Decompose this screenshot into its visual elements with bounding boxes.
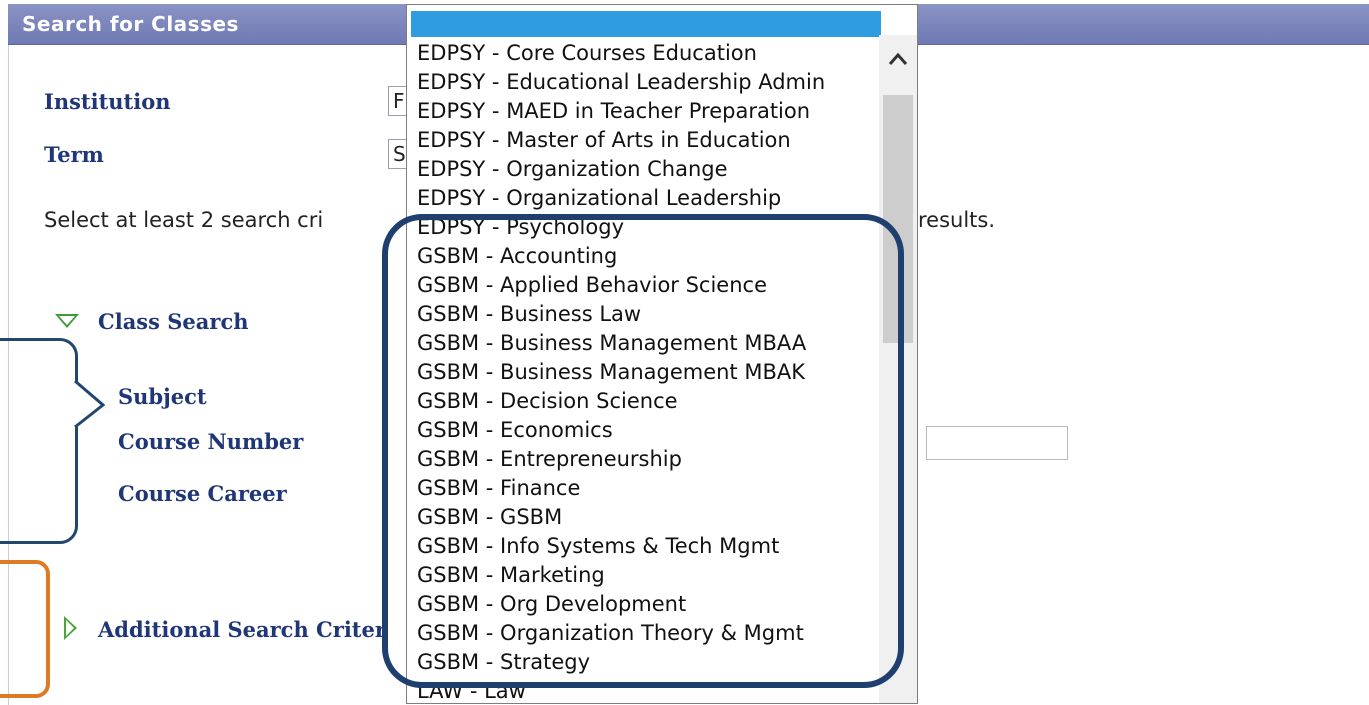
additional-criteria-toggle[interactable]: Additional Search Criter (98, 617, 386, 642)
class-search-toggle[interactable]: Class Search (98, 309, 249, 334)
subject-option[interactable]: EDPSY - MAED in Teacher Preparation (417, 97, 825, 126)
subject-option[interactable]: EDPSY - Educational Leadership Admin (417, 68, 825, 97)
instruction-text-end: results. (918, 208, 996, 232)
selected-blank-option[interactable] (411, 11, 881, 37)
panel-title: Search for Classes (22, 12, 239, 36)
highlight-gsbm-box (382, 214, 904, 688)
chevron-up-icon[interactable] (888, 45, 908, 71)
instruction-text: Select at least 2 search cri (44, 208, 324, 232)
subject-option[interactable]: EDPSY - Organization Change (417, 155, 825, 184)
subject-label: Subject (118, 384, 207, 409)
term-label: Term (44, 142, 104, 167)
course-career-label: Course Career (118, 481, 287, 506)
subject-option[interactable]: EDPSY - Core Courses Education (417, 39, 825, 68)
highlight-additional-box (0, 560, 50, 698)
subject-callout (0, 338, 106, 544)
institution-label: Institution (44, 89, 171, 114)
subject-option[interactable]: EDPSY - Organizational Leadership (417, 184, 825, 213)
course-number-input[interactable] (926, 426, 1068, 460)
subject-option[interactable]: EDPSY - Master of Arts in Education (417, 126, 825, 155)
course-number-label: Course Number (118, 429, 304, 454)
institution-value: F (393, 89, 405, 113)
term-value: S (393, 142, 406, 166)
